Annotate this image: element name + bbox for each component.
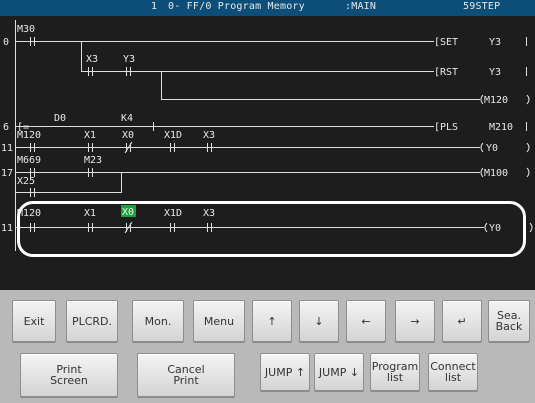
- device-label: X3: [203, 130, 215, 141]
- step-number: 11: [1, 143, 13, 154]
- jump-up-button[interactable]: JUMP ↑: [260, 353, 310, 391]
- program-list-button[interactable]: Program list: [370, 353, 420, 391]
- device-label: Y3: [123, 54, 135, 65]
- device-label: D0: [54, 113, 66, 124]
- step-number: 0: [3, 37, 9, 48]
- device-label: M669: [17, 155, 41, 166]
- instruction-label: PLS: [440, 122, 458, 133]
- instruction-label: SET: [440, 37, 458, 48]
- coil-label: M100: [484, 168, 508, 179]
- cancel-print-button[interactable]: Cancel Print: [137, 353, 235, 397]
- monitor-button[interactable]: Mon.: [132, 300, 184, 342]
- device-label: M210: [489, 122, 513, 133]
- menu-button[interactable]: Menu: [193, 300, 245, 342]
- connect-list-button[interactable]: Connect list: [428, 353, 478, 391]
- enter-button[interactable]: ↵: [442, 300, 482, 342]
- right-arrow-button[interactable]: →: [395, 300, 435, 342]
- device-label: X1: [84, 130, 96, 141]
- step-number: 17: [1, 168, 13, 179]
- coil-label: Y0: [486, 143, 498, 154]
- device-label: M23: [84, 155, 102, 166]
- device-label: X3: [86, 54, 98, 65]
- step-number: 11: [1, 223, 13, 234]
- instruction-label: RST: [440, 67, 458, 78]
- jump-down-button[interactable]: JUMP ↓: [314, 353, 364, 391]
- device-label: M30: [17, 24, 35, 35]
- device-label: X1D: [164, 130, 182, 141]
- up-arrow-button[interactable]: ↑: [252, 300, 292, 342]
- step-number: 6: [3, 122, 9, 133]
- coil-label: M120: [484, 95, 508, 106]
- plc-read-button[interactable]: PLCRD.: [66, 300, 118, 342]
- left-arrow-button[interactable]: ←: [346, 300, 386, 342]
- device-label: Y3: [489, 37, 501, 48]
- down-arrow-button[interactable]: ↓: [299, 300, 339, 342]
- function-key-panel: Exit PLCRD. Mon. Menu ↑ ↓ ← → ↵ Sea. Bac…: [0, 290, 535, 403]
- device-label: X0: [122, 130, 134, 141]
- device-label: K4: [121, 113, 133, 124]
- device-label: X25: [17, 176, 35, 187]
- device-label: M120: [17, 130, 41, 141]
- selected-rung-outline: [17, 201, 526, 257]
- exit-button[interactable]: Exit: [12, 300, 56, 342]
- device-label: Y3: [489, 67, 501, 78]
- search-back-button[interactable]: Sea. Back: [488, 300, 530, 342]
- print-screen-button[interactable]: Print Screen: [20, 353, 118, 397]
